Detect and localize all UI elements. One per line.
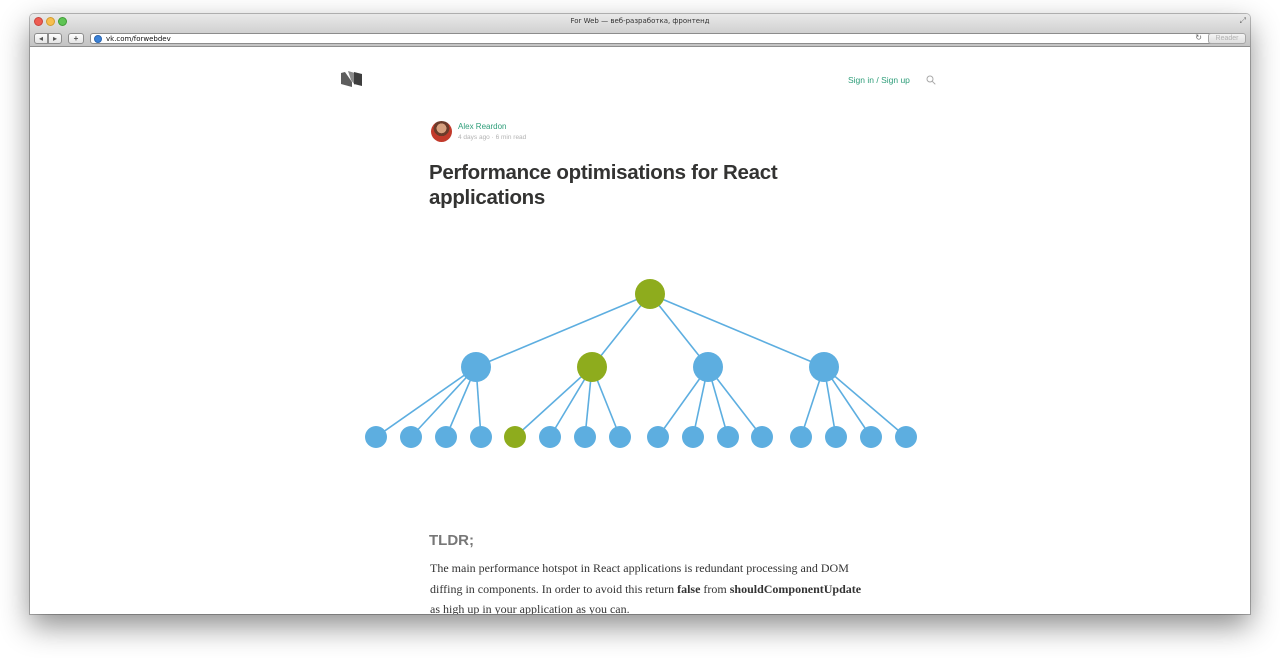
browser-window: For Web — веб-разработка, фронтенд ⤢ ◂ ▸… — [30, 14, 1250, 614]
component-tree-diagram — [365, 279, 917, 448]
tree-leaf-node — [574, 426, 596, 448]
globe-icon — [94, 35, 102, 43]
tree-leaf-node — [539, 426, 561, 448]
tree-leaf-node — [504, 426, 526, 448]
tree-leaf-node — [860, 426, 882, 448]
section-heading: TLDR; — [429, 532, 474, 549]
forward-button[interactable]: ▸ — [48, 33, 62, 44]
title-bar: For Web — веб-разработка, фронтенд ⤢ — [30, 14, 1250, 31]
tree-leaf-node — [609, 426, 631, 448]
page-content: Sign in / Sign up Alex Reardon 4 days ag… — [30, 48, 1250, 614]
tree-leaf-node — [790, 426, 812, 448]
reload-icon[interactable]: ↻ — [1195, 33, 1202, 42]
tree-edge — [514, 366, 593, 438]
address-bar[interactable]: vk.com/forwebdev — [90, 33, 1220, 44]
window-title: For Web — веб-разработка, фронтенд — [570, 17, 710, 25]
tree-root-node — [635, 279, 665, 309]
paragraph-text: as high up in your application as you ca… — [430, 602, 630, 614]
add-bookmark-button[interactable]: + — [68, 33, 84, 44]
tree-edge — [649, 293, 825, 368]
tree-leaf-node — [647, 426, 669, 448]
tree-child-node — [693, 352, 723, 382]
tree-leaf-node — [470, 426, 492, 448]
tree-child-node — [461, 352, 491, 382]
tree-leaf-node — [435, 426, 457, 448]
back-button[interactable]: ◂ — [34, 33, 48, 44]
url-text[interactable]: vk.com/forwebdev — [106, 34, 171, 44]
browser-toolbar: ◂ ▸ + vk.com/forwebdev ↻ Reader — [30, 31, 1250, 47]
article-paragraph: The main performance hotspot in React ap… — [430, 558, 870, 614]
tree-leaf-node — [400, 426, 422, 448]
fullscreen-icon[interactable]: ⤢ — [1240, 17, 1246, 25]
reader-button[interactable]: Reader — [1208, 33, 1246, 44]
tree-leaf-node — [895, 426, 917, 448]
tree-leaf-node — [682, 426, 704, 448]
paragraph-text: from — [700, 581, 730, 596]
tree-child-node — [809, 352, 839, 382]
tree-leaf-node — [717, 426, 739, 448]
tree-leaf-node — [825, 426, 847, 448]
tree-edge — [475, 293, 651, 368]
paragraph-bold-text: false — [677, 581, 701, 596]
tree-child-node — [577, 352, 607, 382]
tree-leaf-node — [751, 426, 773, 448]
tree-leaf-node — [365, 426, 387, 448]
paragraph-bold-text: shouldComponentUpdate — [729, 581, 862, 596]
